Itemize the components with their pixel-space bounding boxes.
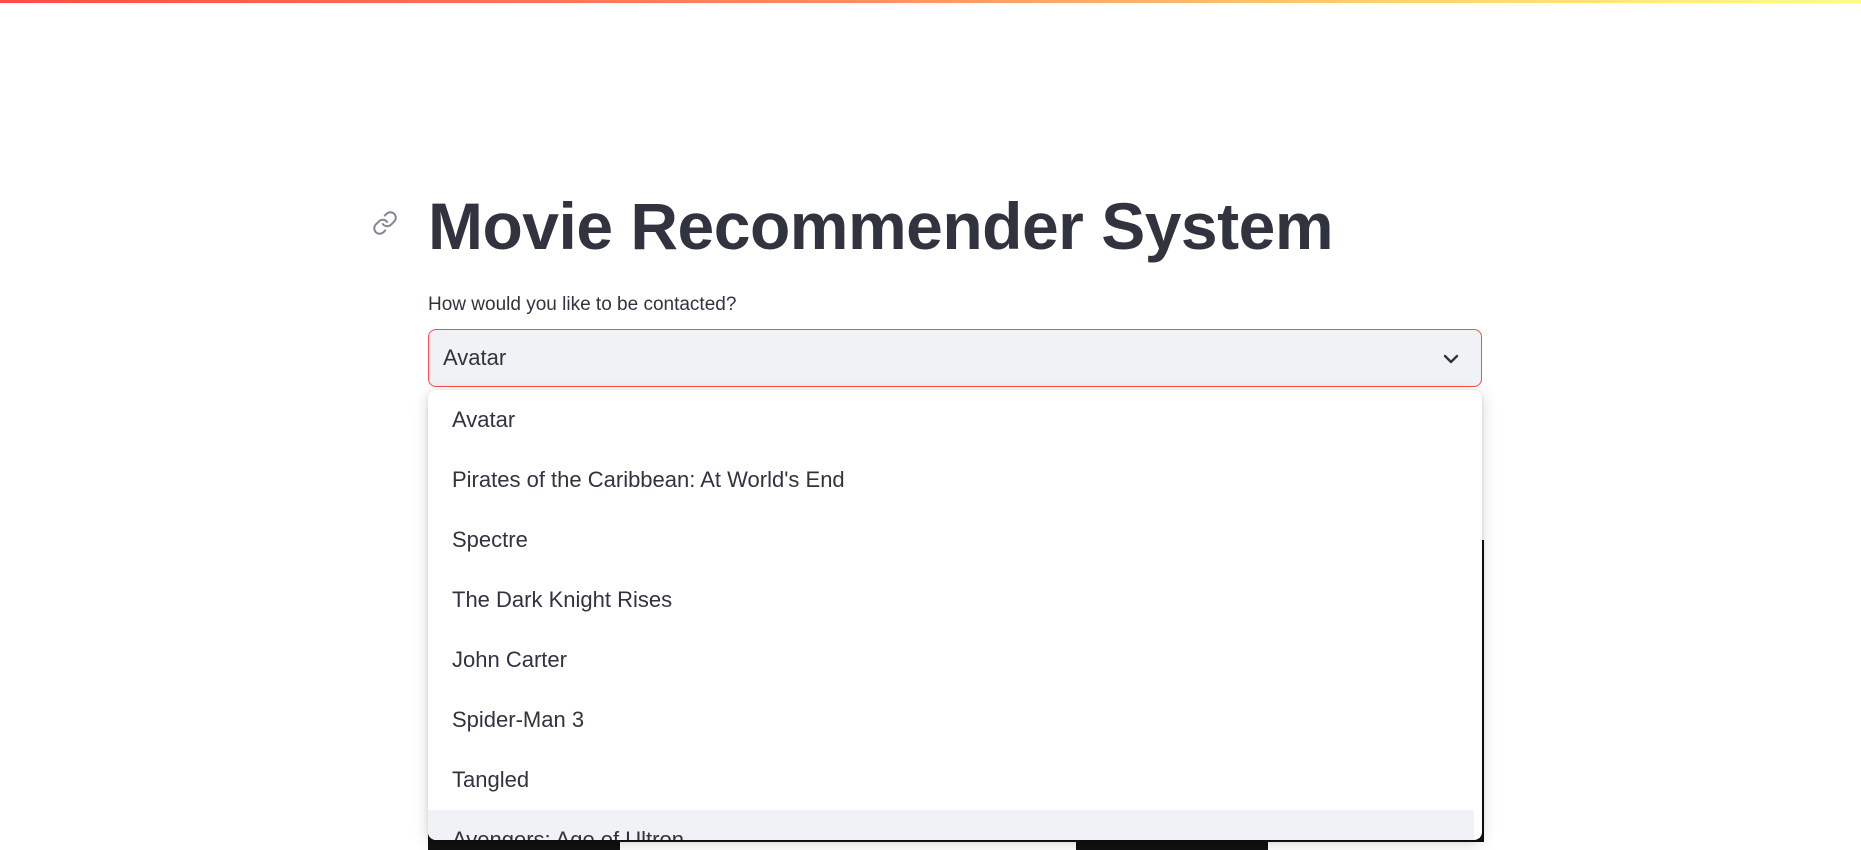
dropdown-option[interactable]: Avatar [428,390,1482,450]
dropdown-option[interactable]: The Dark Knight Rises [428,570,1482,630]
select-dropdown-menu: Avatar Pirates of the Caribbean: At Worl… [428,390,1482,840]
select-label: How would you like to be contacted? [428,294,737,315]
dropdown-option[interactable]: Tangled [428,750,1482,810]
dropdown-option[interactable]: Spectre [428,510,1482,570]
dropdown-option[interactable]: John Carter [428,630,1482,690]
chevron-down-icon[interactable] [1439,347,1463,371]
dropdown-option[interactable]: Spider-Man 3 [428,690,1482,750]
top-decoration-bar [0,0,1861,12]
page-title: Movie Recommender System [428,189,1334,263]
link-icon[interactable] [369,207,401,239]
dropdown-list: Avatar Pirates of the Caribbean: At Worl… [428,390,1482,840]
dropdown-option[interactable]: Pirates of the Caribbean: At World's End [428,450,1482,510]
movie-select[interactable]: Avatar [428,329,1482,387]
dropdown-option[interactable]: Avengers: Age of Ultron [428,810,1474,840]
select-value: Avatar [443,345,507,370]
